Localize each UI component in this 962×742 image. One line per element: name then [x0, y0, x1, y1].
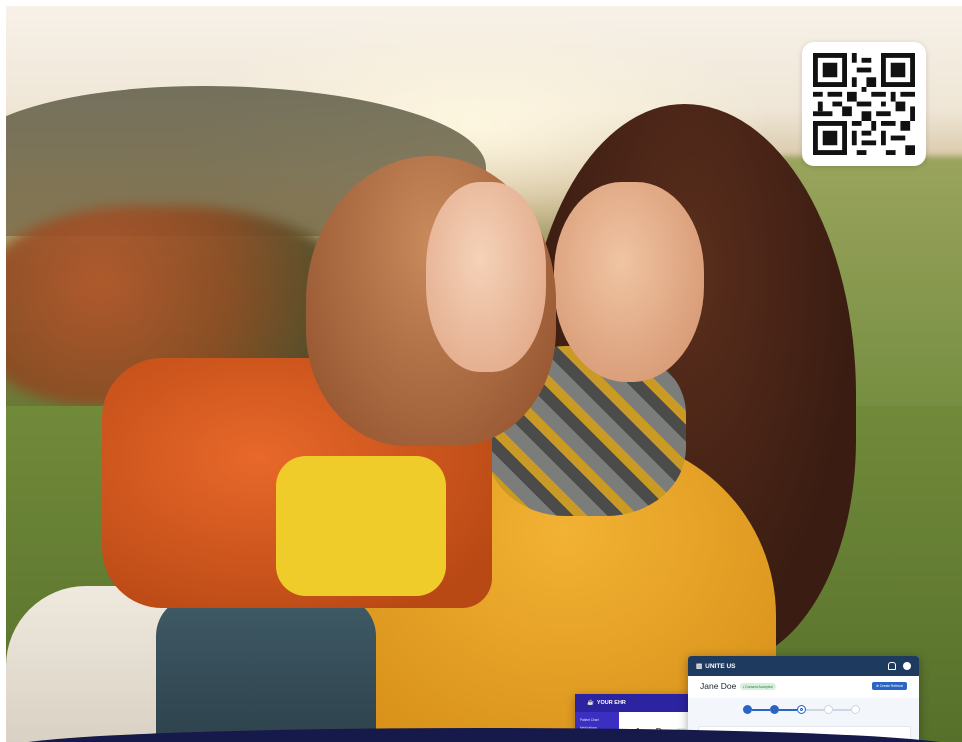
create-referral-button[interactable]: ⊕ Create Referral	[872, 682, 907, 690]
unite-us-mockup: ▧ UNITE US Jane Doe • Consent Accepted ⊕…	[688, 656, 919, 742]
ehr-nav-item[interactable]: Patient Chart	[580, 718, 599, 722]
user-icon[interactable]	[903, 662, 911, 670]
stepper-step[interactable]	[851, 705, 860, 714]
woman-face	[554, 182, 704, 382]
ehr-header: ☕ YOUR EHR	[575, 694, 705, 712]
stepper-connector	[779, 709, 797, 711]
unite-us-logo-icon: ▧	[696, 663, 703, 670]
stepper-connector	[752, 709, 770, 711]
stepper-step[interactable]	[824, 705, 833, 714]
qr-code-card[interactable]	[802, 42, 926, 166]
stepper-step[interactable]	[743, 705, 752, 714]
cup-icon: ☕	[587, 700, 594, 706]
girl-face	[426, 182, 546, 372]
ehr-title: YOUR EHR	[596, 700, 626, 706]
girl-shirt	[276, 456, 446, 596]
unite-patient-name: Jane Doe	[700, 681, 737, 691]
unite-header: ▧ UNITE US	[688, 656, 919, 676]
stepper-step[interactable]	[770, 705, 779, 714]
flyer-page: ☕ YOUR EHR Patient Chart Medications Lab…	[0, 0, 962, 742]
consent-badge: • Consent Accepted	[740, 683, 776, 690]
progress-stepper	[743, 705, 863, 715]
bell-icon[interactable]	[888, 662, 896, 670]
stepper-connector	[833, 709, 851, 711]
girl-jeans	[156, 596, 376, 742]
stepper-step[interactable]	[797, 705, 806, 714]
unite-brand: ▧ UNITE US	[696, 662, 736, 671]
unite-brand-label: UNITE US	[705, 662, 736, 670]
qr-code-icon	[813, 53, 915, 155]
stepper-connector	[806, 709, 824, 711]
